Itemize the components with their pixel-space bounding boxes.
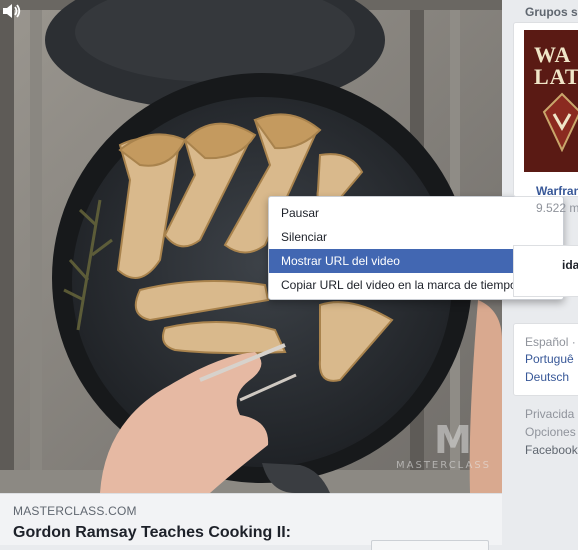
sidebar-section: ida bbox=[513, 245, 578, 297]
masterclass-watermark: M MASTERCLASS bbox=[396, 418, 492, 471]
group-name-link[interactable]: Warfram bbox=[536, 184, 578, 198]
link-source: MASTERCLASS.COM bbox=[13, 504, 137, 518]
footer-link-facebook[interactable]: Facebook bbox=[525, 443, 578, 457]
group-suggestion-card[interactable]: WA LAT Warfram 9.522 m bbox=[513, 22, 578, 215]
cta-button[interactable] bbox=[371, 540, 489, 550]
language-option-german[interactable]: Deutsch bbox=[525, 370, 569, 384]
group-member-count: 9.522 m bbox=[536, 201, 578, 215]
groups-heading: Grupos s bbox=[525, 5, 578, 19]
group-thumbnail[interactable]: WA LAT bbox=[524, 30, 578, 172]
link-preview[interactable]: MASTERCLASS.COM Gordon Ramsay Teaches Co… bbox=[0, 493, 502, 545]
language-box: Español · Portuguê Deutsch bbox=[513, 323, 578, 396]
footer-link-privacy[interactable]: Privacida bbox=[525, 407, 574, 421]
right-sidebar: Grupos s WA LAT Warfram 9.522 m ida Espa… bbox=[510, 0, 578, 545]
language-option-portuguese[interactable]: Portuguê bbox=[525, 352, 574, 366]
current-language: Español · bbox=[525, 335, 576, 349]
group-emblem-icon bbox=[542, 92, 578, 152]
sidebar-section-heading: ida bbox=[562, 258, 578, 272]
volume-icon[interactable] bbox=[0, 0, 22, 22]
footer-link-options[interactable]: Opciones bbox=[525, 425, 576, 439]
